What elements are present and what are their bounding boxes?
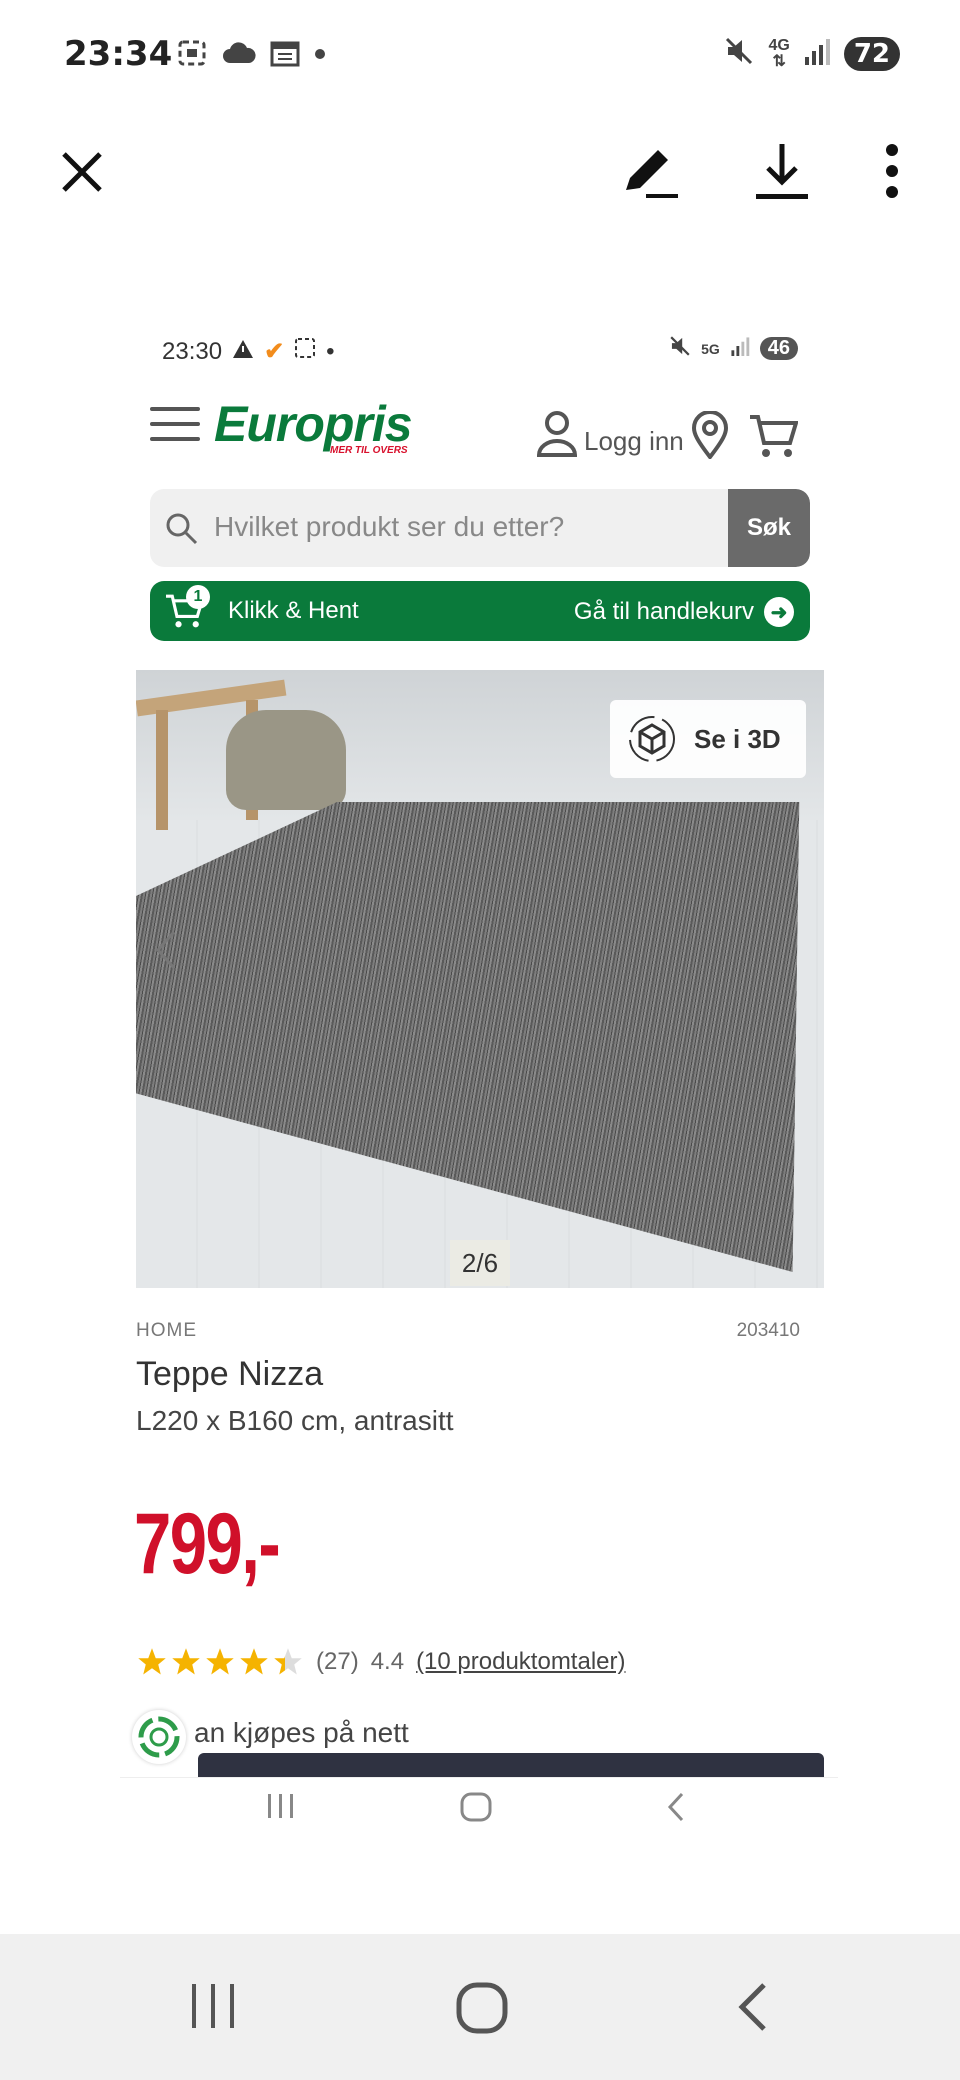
previous-image-button[interactable] bbox=[152, 928, 180, 977]
cube-3d-icon bbox=[629, 716, 675, 762]
search-input[interactable]: Hvilket produkt ser du etter? bbox=[214, 511, 564, 543]
cart-count-badge: 1 bbox=[186, 585, 210, 609]
home-icon bbox=[456, 1982, 508, 2034]
edit-icon bbox=[626, 150, 678, 198]
signal-icon bbox=[730, 336, 750, 361]
home-icon[interactable] bbox=[460, 1792, 492, 1827]
recents-icon[interactable] bbox=[266, 1792, 296, 1825]
cloud-icon bbox=[222, 41, 256, 70]
view-3d-button[interactable]: Se i 3D bbox=[610, 700, 806, 778]
recycle-icon bbox=[138, 1716, 180, 1758]
cart-icon bbox=[750, 415, 799, 457]
status-time: 23:34 bbox=[64, 34, 173, 74]
product-title: Teppe Nizza bbox=[136, 1355, 324, 1393]
availability-text: an kjøpes på nett bbox=[194, 1717, 409, 1748]
star-rating bbox=[136, 1647, 304, 1677]
download-button[interactable] bbox=[752, 140, 812, 207]
go-to-cart-label: Gå til handlekurv bbox=[573, 598, 754, 625]
more-options-button[interactable] bbox=[884, 142, 900, 205]
back-button[interactable] bbox=[736, 1982, 770, 2037]
calendar-icon bbox=[270, 39, 300, 72]
5g-icon: 5G bbox=[701, 340, 720, 357]
home-button[interactable] bbox=[456, 1982, 508, 2039]
rating-count: (27) bbox=[316, 1648, 359, 1675]
star-icon bbox=[138, 1648, 166, 1675]
cart-button[interactable] bbox=[748, 413, 799, 464]
screenshot-preview[interactable]: 23:30 ✔ • 5G 46 Europris MER TIL OVERS L… bbox=[120, 325, 838, 1830]
breadcrumb[interactable]: HOME bbox=[136, 1320, 197, 1342]
reviews-link[interactable]: (10 produktomtaler) bbox=[416, 1648, 625, 1676]
mute-icon bbox=[724, 36, 754, 71]
image-bench-leg bbox=[156, 710, 168, 830]
login-label: Logg inn bbox=[584, 426, 684, 456]
location-pin-icon bbox=[691, 410, 729, 461]
network-label: 4G bbox=[768, 36, 790, 54]
search-button[interactable]: Søk bbox=[728, 489, 810, 567]
go-to-cart-link[interactable]: Gå til handlekurv ➜ bbox=[574, 597, 794, 627]
star-icon bbox=[274, 1648, 302, 1675]
status-icons-left bbox=[176, 38, 326, 73]
back-icon bbox=[738, 1983, 766, 2031]
logo-tagline: MER TIL OVERS bbox=[329, 445, 408, 456]
star-icon bbox=[172, 1648, 200, 1675]
inner-status-time: 23:30 bbox=[162, 337, 223, 365]
dot-icon: • bbox=[326, 337, 335, 365]
inner-status-right: 5G 46 bbox=[669, 335, 798, 362]
user-icon bbox=[536, 411, 578, 457]
rating-row: (27) 4.4 (10 produktomtaler) bbox=[136, 1647, 626, 1677]
mute-icon bbox=[669, 335, 691, 362]
dot-icon bbox=[314, 47, 326, 65]
signal-icon bbox=[804, 37, 830, 70]
image-bag bbox=[226, 710, 346, 810]
arrow-right-icon: ➜ bbox=[764, 597, 794, 627]
star-icon bbox=[240, 1648, 268, 1675]
inner-nav-bar bbox=[120, 1777, 838, 1830]
battery-icon: 72 bbox=[843, 36, 900, 71]
click-collect-label: Klikk & Hent bbox=[228, 597, 359, 624]
site-header: Europris MER TIL OVERS Logg inn bbox=[120, 395, 838, 485]
viewer-toolbar bbox=[618, 140, 900, 207]
warning-icon bbox=[232, 338, 254, 366]
star-icon bbox=[206, 1648, 234, 1675]
screenshot-icon bbox=[176, 38, 208, 73]
image-counter: 2/6 bbox=[450, 1240, 510, 1286]
product-image[interactable]: Se i 3D 2/6 bbox=[136, 670, 824, 1288]
rating-value: 4.4 bbox=[370, 1648, 405, 1675]
download-icon bbox=[756, 144, 808, 199]
click-collect-bar[interactable]: 1 Klikk & Hent Gå til handlekurv ➜ bbox=[150, 581, 810, 641]
back-icon[interactable] bbox=[666, 1792, 686, 1827]
store-locator-button[interactable] bbox=[691, 410, 729, 464]
close-button[interactable] bbox=[58, 148, 110, 200]
inner-status-left: 23:30 ✔ • bbox=[162, 337, 335, 366]
chevron-left-icon bbox=[155, 931, 176, 969]
edit-button[interactable] bbox=[618, 140, 680, 207]
login-button[interactable]: Logg inn bbox=[536, 409, 684, 457]
system-nav-bar bbox=[0, 1934, 960, 2080]
screenshot-icon bbox=[294, 337, 316, 366]
search-icon bbox=[166, 513, 198, 545]
eco-badge[interactable] bbox=[132, 1710, 186, 1764]
product-price: 799,- bbox=[134, 1496, 281, 1592]
product-sku: 203410 bbox=[736, 1320, 800, 1341]
menu-icon[interactable] bbox=[150, 407, 200, 447]
europris-logo[interactable]: Europris MER TIL OVERS bbox=[214, 395, 413, 456]
status-icons-right: 4G ⇅ 72 bbox=[724, 36, 900, 71]
recents-icon bbox=[192, 1984, 234, 2028]
product-subtitle: L220 x B160 cm, antrasitt bbox=[136, 1405, 454, 1436]
search-bar[interactable]: Hvilket produkt ser du etter? Søk bbox=[150, 489, 810, 567]
recents-button[interactable] bbox=[190, 1982, 236, 2035]
close-icon bbox=[62, 152, 102, 192]
4g-icon: 4G ⇅ bbox=[768, 36, 790, 70]
more-icon bbox=[886, 144, 898, 198]
view-3d-label: Se i 3D bbox=[694, 723, 781, 754]
battery-icon: 46 bbox=[759, 337, 798, 360]
europris-notif-icon: ✔ bbox=[264, 338, 285, 365]
